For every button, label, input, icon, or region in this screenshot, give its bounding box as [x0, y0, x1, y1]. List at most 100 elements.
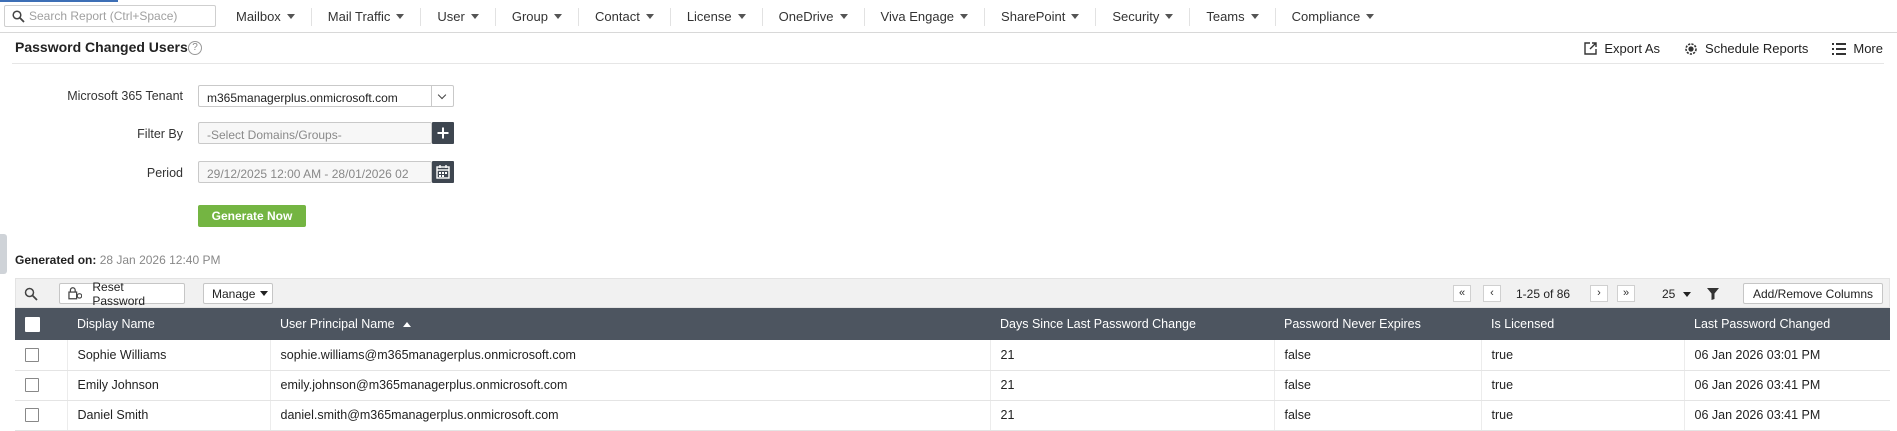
caret-down-icon	[839, 14, 848, 19]
cell-password-never-expires: false	[1273, 400, 1481, 431]
cell-password-never-expires: false	[1273, 340, 1481, 371]
title-divider	[12, 63, 1884, 64]
clock-gear-icon	[1685, 42, 1697, 55]
tenant-value: m365managerplus.onmicrosoft.com	[207, 91, 398, 105]
cell-display-name: Emily Johnson	[66, 370, 270, 401]
cell-is-licensed: true	[1480, 340, 1684, 371]
calendar-button[interactable]	[432, 161, 454, 183]
cell-user-principal-name: sophie.williams@m365managerplus.onmicros…	[269, 340, 990, 371]
caret-down-icon	[1165, 14, 1174, 19]
cell-days-since-change: 21	[989, 370, 1274, 401]
plus-icon	[437, 127, 449, 139]
page-title: Password Changed Users	[15, 39, 188, 55]
dropdown-button[interactable]	[431, 86, 453, 106]
row-checkbox[interactable]	[25, 378, 39, 393]
next-page-button[interactable]: ›	[1590, 285, 1608, 302]
export-as-button[interactable]: Export As	[1584, 41, 1660, 56]
col-days-since-change[interactable]: Days Since Last Password Change	[990, 308, 1274, 340]
help-icon[interactable]: ?	[188, 41, 202, 55]
last-page-button[interactable]: »	[1617, 285, 1635, 302]
generate-now-button[interactable]: Generate Now	[198, 205, 306, 227]
caret-down-icon	[1071, 14, 1080, 19]
main-menu: Mailbox Mail Traffic User Group Contact …	[220, 0, 1390, 33]
menu-security[interactable]: Security	[1096, 7, 1191, 26]
add-filter-button[interactable]	[432, 122, 454, 144]
menu-license[interactable]: License	[671, 7, 763, 26]
calendar-icon	[436, 165, 450, 179]
cell-is-licensed: true	[1480, 370, 1684, 401]
cell-is-licensed: true	[1480, 400, 1684, 431]
caret-down-icon	[1682, 292, 1691, 298]
col-display-name[interactable]: Display Name	[67, 308, 270, 340]
search-box[interactable]	[4, 5, 216, 27]
menu-user[interactable]: User	[421, 7, 496, 26]
menu-mailbox[interactable]: Mailbox	[220, 7, 312, 26]
select-all-header	[15, 308, 67, 340]
menu-sharepoint[interactable]: SharePoint	[985, 7, 1097, 26]
tenant-label: Microsoft 365 Tenant	[67, 89, 183, 103]
active-indicator	[0, 0, 118, 2]
filter-by-label: Filter By	[137, 127, 183, 141]
cell-last-password-changed: 06 Jan 2026 03:41 PM	[1683, 370, 1890, 401]
first-page-button[interactable]: «	[1453, 285, 1471, 302]
table-row: Emily Johnson emily.johnson@m365managerp…	[15, 370, 1890, 401]
caret-down-icon	[470, 14, 479, 19]
col-password-never-expires[interactable]: Password Never Expires	[1274, 308, 1481, 340]
generated-value: 28 Jan 2026 12:40 PM	[99, 253, 221, 267]
generated-on: Generated on: 28 Jan 2026 12:40 PM	[15, 253, 220, 267]
add-remove-columns-button[interactable]: Add/Remove Columns	[1743, 283, 1883, 304]
more-button[interactable]: More	[1832, 41, 1883, 56]
caret-down-icon	[737, 14, 746, 19]
sort-ascending-icon	[402, 322, 411, 328]
caret-down-icon	[1250, 14, 1259, 19]
reset-password-button[interactable]: Reset Password	[59, 280, 185, 308]
select-all-checkbox[interactable]	[25, 316, 40, 332]
caret-down-icon	[960, 14, 969, 19]
caret-down-icon	[286, 14, 295, 19]
period-value: 29/12/2025 12:00 AM - 28/01/2026 02	[207, 167, 409, 181]
page-range: 1-25 of 86	[1516, 287, 1571, 301]
page-size-select[interactable]: 25	[1662, 287, 1691, 301]
menu-compliance[interactable]: Compliance	[1276, 8, 1391, 26]
cell-display-name: Daniel Smith	[66, 400, 270, 431]
menu-contact[interactable]: Contact	[579, 7, 671, 26]
password-changed-users-table: Display Name User Principal Name Days Si…	[15, 308, 1890, 431]
report-actions: Export As Schedule Reports More	[1560, 41, 1883, 56]
previous-page-button[interactable]: ‹	[1483, 285, 1501, 302]
table-header-row: Display Name User Principal Name Days Si…	[15, 308, 1890, 340]
caret-down-icon	[260, 291, 269, 296]
cell-password-never-expires: false	[1273, 370, 1481, 401]
search-filter-icon[interactable]	[24, 287, 38, 301]
menu-viva-engage[interactable]: Viva Engage	[865, 7, 986, 26]
menu-group[interactable]: Group	[496, 7, 579, 26]
lock-reset-icon	[68, 287, 83, 300]
menu-onedrive[interactable]: OneDrive	[763, 7, 865, 26]
col-user-principal-name[interactable]: User Principal Name	[270, 308, 990, 340]
table-row: Sophie Williams sophie.williams@m365mana…	[15, 340, 1890, 371]
schedule-reports-button[interactable]: Schedule Reports	[1684, 41, 1808, 56]
filter-placeholder: -Select Domains/Groups-	[207, 128, 342, 142]
row-checkbox[interactable]	[25, 348, 39, 363]
cell-last-password-changed: 06 Jan 2026 03:01 PM	[1683, 340, 1890, 371]
filter-icon[interactable]	[1707, 288, 1719, 300]
tenant-select[interactable]: m365managerplus.onmicrosoft.com	[198, 85, 454, 107]
cell-user-principal-name: daniel.smith@m365managerplus.onmicrosoft…	[269, 400, 990, 431]
generated-label: Generated on:	[15, 253, 97, 267]
col-is-licensed[interactable]: Is Licensed	[1481, 308, 1684, 340]
caret-down-icon	[554, 14, 562, 19]
cell-days-since-change: 21	[989, 340, 1274, 371]
search-input[interactable]	[29, 8, 213, 24]
menu-teams[interactable]: Teams	[1190, 7, 1276, 26]
period-label: Period	[146, 166, 183, 180]
caret-down-icon	[645, 14, 654, 19]
cell-display-name: Sophie Williams	[66, 340, 270, 371]
manage-dropdown[interactable]: Manage	[203, 283, 273, 304]
caret-down-icon	[396, 14, 405, 19]
chevron-down-icon	[437, 90, 447, 100]
side-panel-handle[interactable]	[0, 234, 7, 274]
filter-by-field[interactable]: -Select Domains/Groups-	[198, 122, 432, 144]
menu-mail-traffic[interactable]: Mail Traffic	[312, 7, 422, 26]
period-field[interactable]: 29/12/2025 12:00 AM - 28/01/2026 02	[198, 161, 432, 183]
col-last-password-changed[interactable]: Last Password Changed	[1684, 308, 1890, 340]
row-checkbox[interactable]	[25, 408, 39, 423]
